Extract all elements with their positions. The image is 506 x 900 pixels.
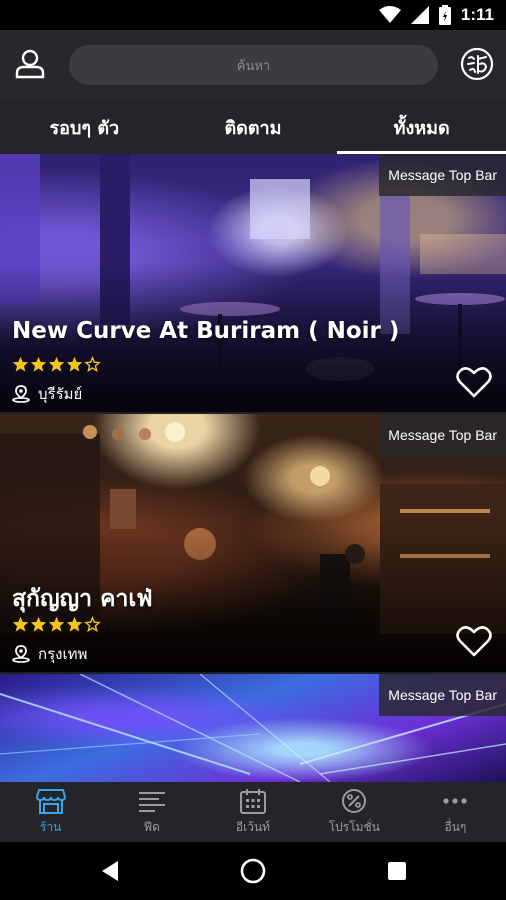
status-icons: 1:11: [378, 5, 494, 25]
wifi-icon: [378, 6, 401, 23]
venue-card[interactable]: Message Top Bar: [0, 674, 506, 782]
location-pin-icon: [12, 385, 30, 403]
more-icon: [443, 797, 468, 804]
tab-label: ทั้งหมด: [393, 117, 450, 139]
tab-label: ติดตาม: [224, 117, 282, 139]
message-top-bar-badge: Message Top Bar: [379, 674, 506, 716]
location-pin-icon: [12, 645, 30, 663]
tab-all[interactable]: ทั้งหมด: [337, 100, 506, 154]
back-icon[interactable]: [98, 858, 124, 884]
location-label: กรุงเทพ: [38, 645, 88, 663]
status-bar: 1:11: [0, 0, 506, 30]
favorite-heart-icon[interactable]: [456, 625, 492, 657]
nav-label: อื่นๆ: [444, 819, 467, 834]
store-icon: [35, 788, 66, 814]
message-top-bar-badge: Message Top Bar: [379, 154, 506, 196]
nav-label: ร้าน: [39, 819, 62, 834]
profile-icon[interactable]: [14, 48, 46, 80]
nav-label: อีเว้นท์: [235, 819, 271, 834]
nav-store[interactable]: ร้าน: [0, 782, 101, 842]
venue-name: สุกัญญา คาเฟ่: [12, 586, 153, 612]
search-placeholder: ค้นหา: [236, 58, 271, 74]
venue-location: บุรีรัมย์: [12, 382, 82, 406]
venue-card[interactable]: Message Top Bar New Curve At Buriram ( N…: [0, 154, 506, 412]
star-outline-icon: [84, 356, 101, 372]
tab-label: รอบๆ ตัว: [49, 117, 120, 139]
nav-more[interactable]: อื่นๆ: [405, 782, 506, 842]
feed-tabs: รอบๆ ตัว ติดตาม ทั้งหมด: [0, 100, 506, 154]
nav-feed[interactable]: ฟีด: [101, 782, 202, 842]
calendar-icon: [240, 788, 266, 814]
brand-logo-icon[interactable]: [460, 47, 494, 81]
favorite-heart-icon[interactable]: [456, 366, 492, 398]
bottom-nav: ร้าน ฟีด อีเว้นท์ โปรโมชั่น อื่นๆ: [0, 782, 506, 842]
star-filled-icon: [30, 616, 47, 632]
recents-icon[interactable]: [384, 858, 410, 884]
star-filled-icon: [12, 616, 29, 632]
venue-card[interactable]: Message Top Bar สุกัญญา คาเฟ่ กรุงเทพ: [0, 414, 506, 672]
message-top-bar-badge: Message Top Bar: [379, 414, 506, 456]
venue-location: กรุงเทพ: [12, 642, 87, 666]
star-filled-icon: [48, 356, 65, 372]
star-filled-icon: [48, 616, 65, 632]
percent-icon: [342, 788, 367, 813]
nav-label: โปรโมชั่น: [328, 819, 380, 834]
star-rating: [12, 616, 101, 632]
nav-promotions[interactable]: โปรโมชั่น: [304, 782, 405, 842]
star-filled-icon: [12, 356, 29, 372]
status-time: 1:11: [460, 5, 494, 24]
feed-icon: [138, 791, 165, 812]
battery-icon: [438, 5, 451, 25]
nav-events[interactable]: อีเว้นท์: [202, 782, 303, 842]
system-nav-bar: [0, 842, 506, 900]
home-icon[interactable]: [240, 858, 266, 884]
app-screen: 1:11 ค้นหา รอบๆ ตัว ติดตาม ทั้งหมด Messa…: [0, 0, 506, 900]
tab-nearby[interactable]: รอบๆ ตัว: [0, 100, 169, 154]
nav-label: ฟีด: [143, 819, 160, 834]
location-label: บุรีรัมย์: [38, 385, 83, 403]
star-filled-icon: [66, 356, 83, 372]
venue-name: New Curve At Buriram ( Noir ): [12, 318, 400, 344]
star-outline-icon: [84, 616, 101, 632]
star-filled-icon: [30, 356, 47, 372]
signal-icon: [410, 6, 429, 24]
tab-following[interactable]: ติดตาม: [169, 100, 338, 154]
star-filled-icon: [66, 616, 83, 632]
app-header: ค้นหา: [0, 30, 506, 100]
search-input[interactable]: ค้นหา: [69, 45, 438, 85]
star-rating: [12, 356, 101, 372]
